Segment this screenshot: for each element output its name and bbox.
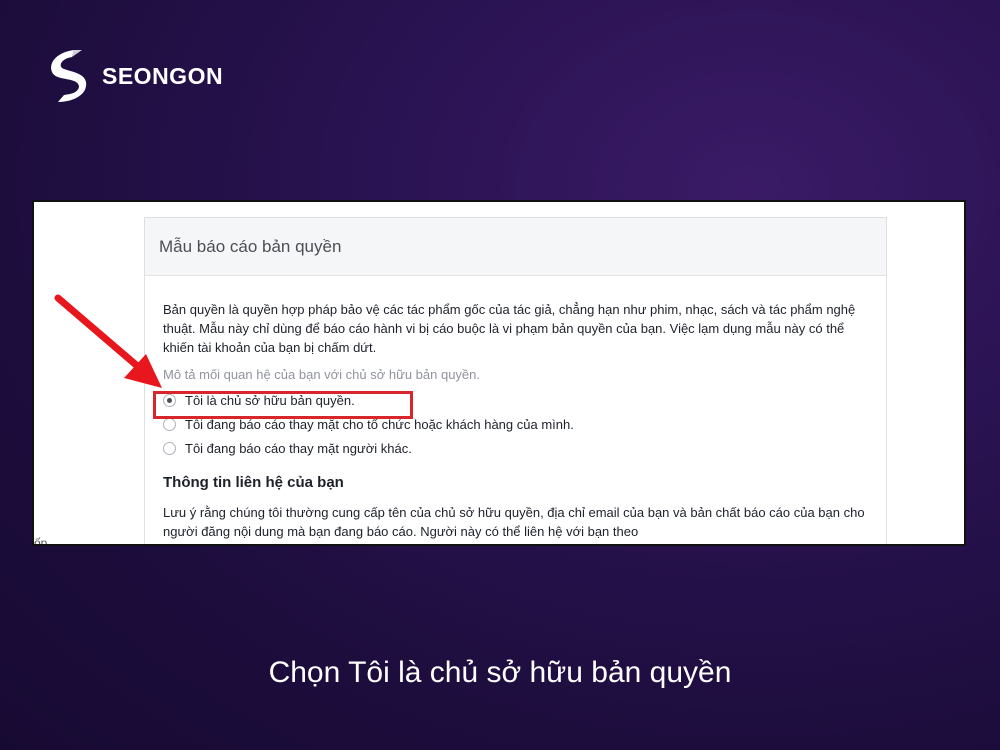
radio-button[interactable] <box>163 441 176 455</box>
option-label: Tôi đang báo cáo thay mặt người khác. <box>185 440 412 456</box>
brand-logo: SEONGON <box>44 48 223 104</box>
highlight-box <box>153 391 413 419</box>
panel-title: Mẫu báo cáo bản quyền <box>145 218 886 276</box>
option-someone-else[interactable]: Tôi đang báo cáo thay mặt người khác. <box>163 436 868 460</box>
cut-off-text: ốp <box>34 536 48 546</box>
form-screenshot: Mẫu báo cáo bản quyền Bản quyền là quyền… <box>32 200 966 546</box>
relationship-question: Mô tả mối quan hệ của bạn với chủ sở hữu… <box>163 367 481 382</box>
form-description: Bản quyền là quyền hợp pháp bảo vệ các t… <box>163 302 856 355</box>
contact-note: Lưu ý rằng chúng tôi thường cung cấp tên… <box>163 505 865 539</box>
contact-section-title: Thông tin liên hệ của bạn <box>163 474 344 491</box>
radio-button[interactable] <box>163 417 176 431</box>
caption: Chọn Tôi là chủ sở hữu bản quyền <box>268 656 732 689</box>
seongon-s-logo-icon <box>51 50 87 102</box>
brand-name: SEONGON <box>102 62 224 89</box>
report-form-panel: Mẫu báo cáo bản quyền Bản quyền là quyền… <box>144 217 887 544</box>
